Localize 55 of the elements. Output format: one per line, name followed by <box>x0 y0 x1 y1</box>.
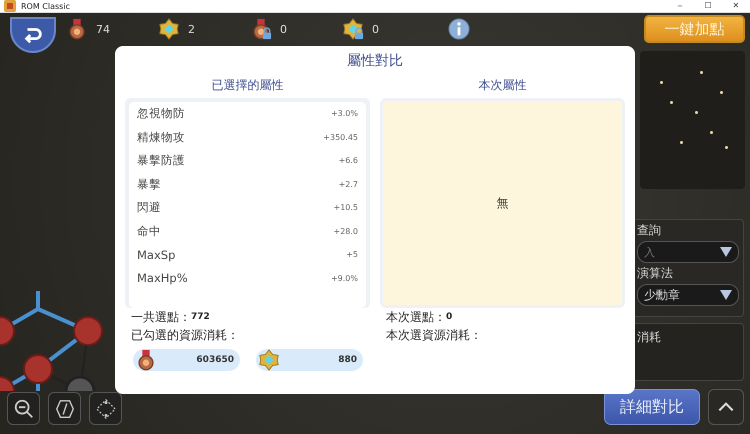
total-points-value: 772 <box>191 312 210 322</box>
path-tool-button[interactable] <box>89 392 122 425</box>
back-button[interactable] <box>10 17 56 53</box>
window-title: ROM Classic <box>21 0 70 12</box>
window-control-button[interactable]: – <box>666 0 694 12</box>
attribute-value: +6.6 <box>338 156 358 166</box>
attribute-name: 命中 <box>137 224 161 239</box>
current-points-label: 本次選點： <box>386 308 446 326</box>
app-icon <box>4 0 16 12</box>
hexagon-tool-button[interactable] <box>48 392 81 425</box>
attribute-name: 精煉物攻 <box>137 130 185 145</box>
attribute-value: +350.45 <box>323 132 358 142</box>
hexagon-slash-icon <box>54 398 76 420</box>
current-cost-label: 本次選資源消耗： <box>386 326 482 344</box>
cost-label: 消耗 <box>637 330 661 344</box>
column-heading: 已選擇的屬性 <box>210 77 284 94</box>
attribute-value: +5 <box>346 250 358 260</box>
attribute-name: 閃避 <box>137 200 161 216</box>
attribute-value: +10.5 <box>333 203 358 212</box>
info-icon[interactable] <box>448 18 470 40</box>
dialog-title: 屬性對比 <box>346 52 404 71</box>
attribute-value: +9.0% <box>330 274 358 283</box>
empty-text: 無 <box>496 194 508 212</box>
resource-count: 0 <box>280 22 287 36</box>
attribute-name: MaxSp <box>137 248 176 262</box>
resource-cost-label: 已勾選的資源消耗： <box>131 326 239 344</box>
current-points-value: 0 <box>446 312 452 322</box>
search-label: 查詢 <box>637 222 662 239</box>
resource-amount: 603650 <box>196 355 234 365</box>
algorithm-dropdown[interactable]: 少勳章 <box>637 284 739 306</box>
resource-amount: 880 <box>338 355 357 365</box>
resource-count: 74 <box>96 22 110 36</box>
dropdown-triangle-icon <box>720 290 732 300</box>
resource-count: 2 <box>188 22 195 36</box>
attribute-name: 忽視物防 <box>137 106 185 122</box>
search-field[interactable]: 入 <box>637 241 739 263</box>
diamond-path-icon <box>94 398 116 420</box>
window-control-button[interactable]: ✕ <box>722 0 750 12</box>
total-points-label: 一共選點： <box>131 308 191 326</box>
attribute-value: +28.0 <box>333 226 358 236</box>
zoom-out-button[interactable] <box>7 392 40 425</box>
zoom-out-icon <box>12 398 34 420</box>
attribute-name: 暴擊 <box>137 176 161 192</box>
attribute-value: +2.7 <box>338 180 358 189</box>
attribute-value: +3.0% <box>330 109 358 118</box>
column-heading: 本次屬性 <box>478 77 528 94</box>
crystal-icon <box>258 349 280 371</box>
attribute-name: MaxHp% <box>137 271 188 286</box>
expand-up-button[interactable] <box>708 389 744 425</box>
detailed-compare-button[interactable]: 詳細對比 <box>604 389 700 425</box>
dropdown-triangle-icon <box>720 247 732 257</box>
resource-count: 0 <box>372 22 379 36</box>
window-control-button[interactable]: ☐ <box>694 0 722 12</box>
attribute-name: 暴擊防護 <box>137 153 185 168</box>
algorithm-label: 演算法 <box>637 265 674 282</box>
